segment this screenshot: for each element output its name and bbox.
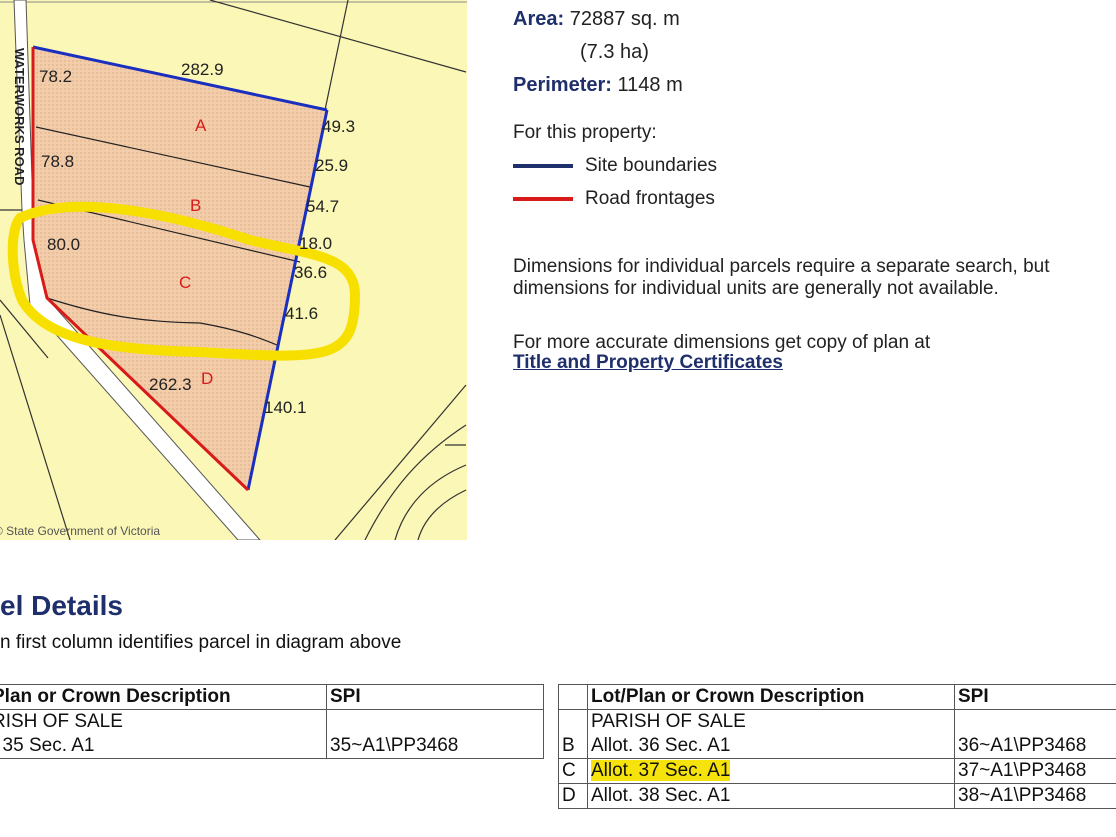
dimension-label: 18.0	[299, 234, 332, 253]
table-row: PARISH OF SALE	[558, 709, 1116, 734]
description-cell: PARISH OF SALE	[587, 709, 955, 734]
parcel-details-subtitle: n first column identifies parcel in diag…	[0, 632, 402, 653]
road-label: WATERWORKS ROAD	[12, 48, 27, 185]
area-label: Area:	[513, 8, 565, 30]
parcel-table-right: Lot/Plan or Crown Description SPI PARISH…	[558, 684, 1116, 809]
title-certificates-link[interactable]: Title and Property Certificates	[513, 352, 783, 374]
plan-note: For more accurate dimensions get copy of…	[513, 332, 931, 353]
map-copyright: © State Government of Victoria	[0, 524, 160, 538]
parcel-label-c: C	[179, 273, 191, 292]
table-row: B Allot. 36 Sec. A1 36~A1\PP3468	[558, 734, 1116, 759]
column-header-spi: SPI	[954, 684, 1116, 710]
column-header-parcel-id	[558, 684, 588, 710]
spi-cell: 38~A1\PP3468	[954, 783, 1116, 809]
perimeter-row: Perimeter: 1148 m	[513, 74, 683, 97]
site-boundary-swatch	[513, 164, 573, 168]
road-frontage-swatch	[513, 197, 573, 201]
perimeter-value: 1148 m	[617, 74, 683, 96]
description-cell: Allot. 37 Sec. A1	[587, 758, 955, 784]
spi-cell: 36~A1\PP3468	[954, 734, 1116, 759]
parcel-label-a: A	[195, 116, 207, 135]
dimension-label: 41.6	[285, 304, 318, 323]
column-header-description: Plan or Crown Description	[0, 684, 327, 710]
dimension-label: 282.9	[181, 60, 224, 79]
area-value: 72887 sq. m	[569, 8, 680, 30]
description-cell: Allot. 38 Sec. A1	[587, 783, 955, 809]
dimension-label: 78.8	[41, 152, 74, 171]
parcel-id-cell: C	[558, 758, 588, 784]
dimension-label: 262.3	[149, 375, 192, 394]
dimension-label: 25.9	[315, 156, 348, 175]
area-hectares: (7.3 ha)	[580, 41, 649, 63]
legend-title: For this property:	[513, 122, 657, 143]
spi-cell: 35~A1\PP3468	[326, 709, 544, 759]
dimension-label: 140.1	[264, 398, 307, 417]
dimensions-note-line2: dimensions for individual units are gene…	[513, 278, 999, 299]
table-row: RISH OF SALE . 35 Sec. A1 35~A1\PP3468	[0, 709, 544, 759]
dimension-label: 36.6	[294, 263, 327, 282]
area-row: Area: 72887 sq. m	[513, 8, 680, 31]
legend-site-label: Site boundaries	[585, 155, 718, 176]
legend-road-frontages: Road frontages	[513, 188, 715, 210]
parcel-label-d: D	[201, 369, 213, 388]
spi-cell: 37~A1\PP3468	[954, 758, 1116, 784]
legend-road-label: Road frontages	[585, 188, 715, 209]
property-map: WATERWORKS ROAD A B C D 282.9 78.2 78.8 …	[0, 0, 467, 540]
perimeter-label: Perimeter:	[513, 74, 612, 96]
parcel-label-b: B	[190, 196, 201, 215]
parcel-id-cell	[558, 709, 588, 734]
table-row: C Allot. 37 Sec. A1 37~A1\PP3468	[558, 758, 1116, 784]
dimension-label: 54.7	[306, 197, 339, 216]
description-line: . 35 Sec. A1	[0, 735, 95, 756]
column-header-description: Lot/Plan or Crown Description	[587, 684, 955, 710]
parcel-id-cell: B	[558, 734, 588, 759]
column-header-spi: SPI	[326, 684, 544, 710]
description-cell: RISH OF SALE . 35 Sec. A1	[0, 709, 327, 759]
highlighted-description: Allot. 37 Sec. A1	[591, 760, 731, 781]
parcel-table-left: Plan or Crown Description SPI RISH OF SA…	[0, 684, 544, 759]
legend-site-boundaries: Site boundaries	[513, 155, 717, 177]
dimensions-note: Dimensions for individual parcels requir…	[513, 256, 1050, 300]
parcel-details-heading: el Details	[0, 590, 123, 621]
description-line: RISH OF SALE	[0, 711, 123, 732]
dimension-label: 78.2	[39, 67, 72, 86]
table-row: D Allot. 38 Sec. A1 38~A1\PP3468	[558, 783, 1116, 809]
parcel-id-cell: D	[558, 783, 588, 809]
description-cell: Allot. 36 Sec. A1	[587, 734, 955, 759]
dimension-label: 49.3	[322, 117, 355, 136]
dimension-label: 80.0	[47, 235, 80, 254]
spi-cell	[954, 709, 1116, 734]
dimensions-note-line1: Dimensions for individual parcels requir…	[513, 256, 1050, 277]
